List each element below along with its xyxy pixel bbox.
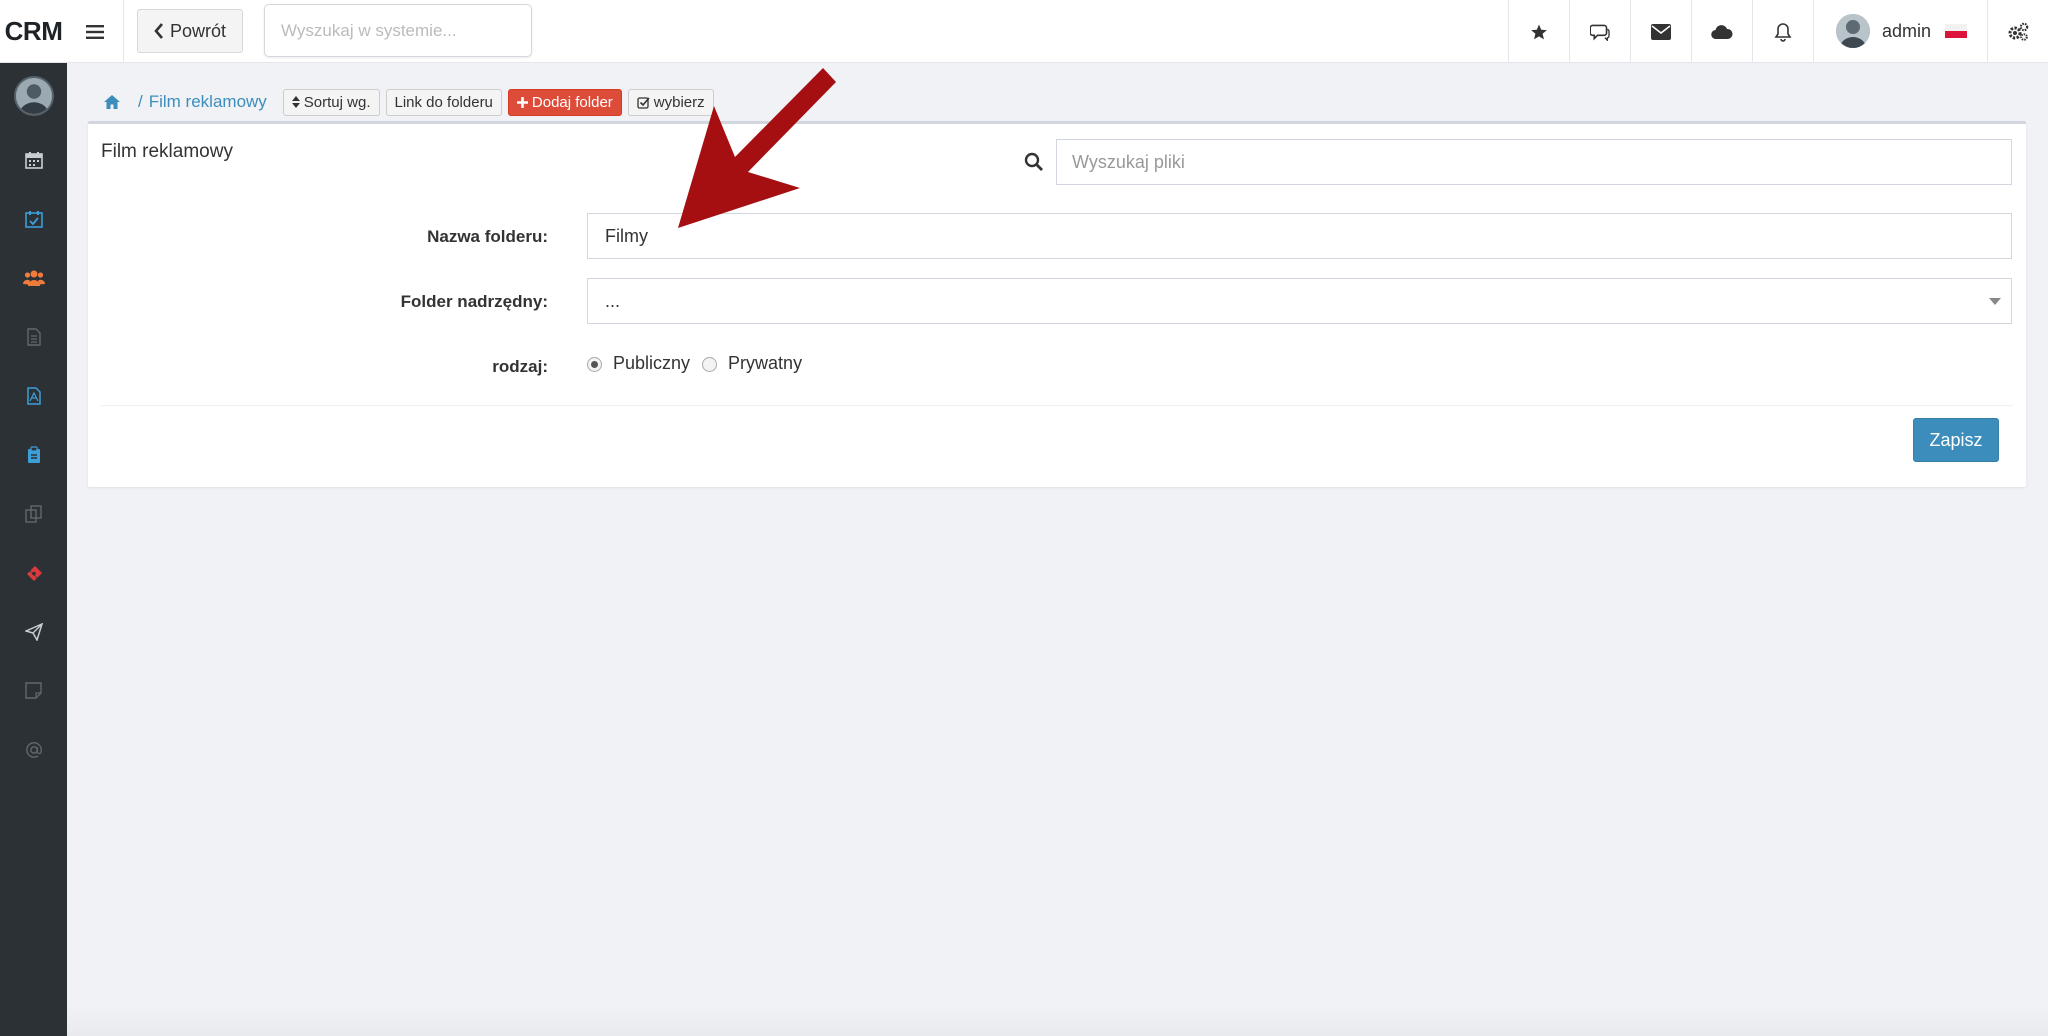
mail-button[interactable] (1629, 0, 1691, 63)
hamburger-icon (86, 24, 104, 39)
back-button[interactable]: Powrót (137, 9, 244, 53)
breadcrumb: / Film reklamowy Sortuj wg. Link do fold… (102, 88, 714, 116)
sort-icon (291, 96, 300, 108)
radio-private-label[interactable]: Prywatny (728, 353, 802, 374)
star-icon (1531, 24, 1547, 39)
cloud-icon (1711, 24, 1733, 39)
folder-edit-panel: Film reklamowy Nazwa folderu: Folder nad… (88, 121, 2026, 487)
back-button-wrap: Powrót (124, 0, 244, 62)
parent-folder-value: ... (605, 290, 621, 311)
breadcrumb-home[interactable] (102, 92, 122, 112)
poland-flag-icon (1945, 24, 1967, 38)
sidebar-item-contacts[interactable] (0, 248, 67, 307)
add-folder-button[interactable]: Dodaj folder (507, 88, 622, 116)
bottom-shadow (67, 1006, 2048, 1036)
paper-plane-icon (24, 622, 43, 641)
add-folder-button-label: Dodaj folder (531, 93, 613, 111)
user-avatar (1835, 14, 1870, 48)
radio-public-label[interactable]: Publiczny (613, 353, 690, 374)
favorites-button[interactable] (1507, 0, 1569, 63)
calendar-icon (24, 151, 43, 169)
sidebar-item-documents[interactable] (0, 307, 67, 366)
menu-toggle-button[interactable] (67, 0, 124, 63)
calendar-check-icon (24, 210, 43, 228)
sidebar-avatar-icon (15, 78, 52, 114)
sort-button-label: Sortuj wg. (303, 93, 371, 111)
global-search-input[interactable] (264, 4, 533, 57)
type-radio-group: Publiczny Prywatny (587, 353, 814, 374)
sidebar-item-calendar[interactable] (0, 130, 67, 189)
sidebar-item-tasks[interactable] (0, 189, 67, 248)
check-square-icon (637, 96, 650, 109)
breadcrumb-separator: / (138, 92, 143, 111)
user-name: admin (1881, 20, 1931, 41)
file-text-icon (26, 327, 41, 346)
chevron-left-icon (154, 23, 163, 39)
users-icon (22, 270, 45, 286)
parent-folder-select[interactable]: ... (587, 278, 2012, 324)
clipboard-icon (27, 445, 40, 463)
copy-icon (24, 504, 42, 523)
sidebar-item-notes[interactable] (0, 661, 67, 720)
parent-folder-label: Folder nadrzędny: (400, 292, 548, 311)
radio-public[interactable] (587, 357, 602, 372)
panel-title: Film reklamowy (101, 141, 233, 162)
file-search-input[interactable] (1056, 139, 2012, 185)
select-button-label: wybierz (653, 93, 705, 111)
top-bar: CRM Powrót Wyszukaj w systemie... admin (0, 0, 2048, 63)
breadcrumb-current[interactable]: Film reklamowy (149, 92, 267, 112)
topbar-actions: admin (1507, 0, 2048, 63)
notifications-button[interactable] (1751, 0, 1813, 63)
save-button[interactable]: Zapisz (1913, 418, 1999, 462)
chat-button[interactable] (1568, 0, 1630, 63)
sidebar-avatar[interactable] (13, 76, 54, 116)
folder-link-button[interactable]: Link do folderu (385, 88, 502, 116)
radio-private[interactable] (702, 357, 718, 372)
plus-icon (516, 96, 528, 108)
envelope-icon (1650, 23, 1671, 40)
bell-icon (1774, 22, 1792, 42)
file-pdf-icon (26, 386, 41, 405)
at-sign-icon (25, 741, 42, 758)
type-label: rodzaj: (492, 357, 548, 376)
sort-button[interactable]: Sortuj wg. (282, 88, 380, 116)
form-divider (101, 405, 2013, 406)
folder-name-input[interactable] (587, 213, 2012, 259)
back-button-label: Powrót (170, 20, 227, 41)
sidebar-item-tickets[interactable] (0, 543, 67, 602)
chat-icon (1589, 24, 1610, 41)
user-avatar-icon (1835, 14, 1870, 48)
sticky-note-icon (25, 682, 42, 699)
sidebar-item-files[interactable] (0, 484, 67, 543)
sidebar-item-campaigns[interactable] (0, 602, 67, 661)
settings-button[interactable] (1987, 0, 2048, 63)
search-icon (1024, 152, 1043, 171)
caret-down-icon (1989, 298, 2001, 305)
brand-logo[interactable]: CRM (0, 0, 67, 63)
home-icon (104, 95, 120, 109)
sidebar-item-clipboard[interactable] (0, 425, 67, 484)
cloud-button[interactable] (1690, 0, 1752, 63)
sidebar-item-pdf[interactable] (0, 366, 67, 425)
select-button[interactable]: wybierz (627, 88, 714, 116)
user-menu[interactable]: admin (1812, 0, 1987, 62)
folder-name-label: Nazwa folderu: (427, 227, 548, 246)
sidebar (0, 63, 67, 1036)
folder-link-button-label: Link do folderu (394, 93, 493, 111)
ticket-icon (26, 565, 42, 581)
cogs-icon (2008, 22, 2029, 41)
sidebar-item-email[interactable] (0, 720, 67, 779)
